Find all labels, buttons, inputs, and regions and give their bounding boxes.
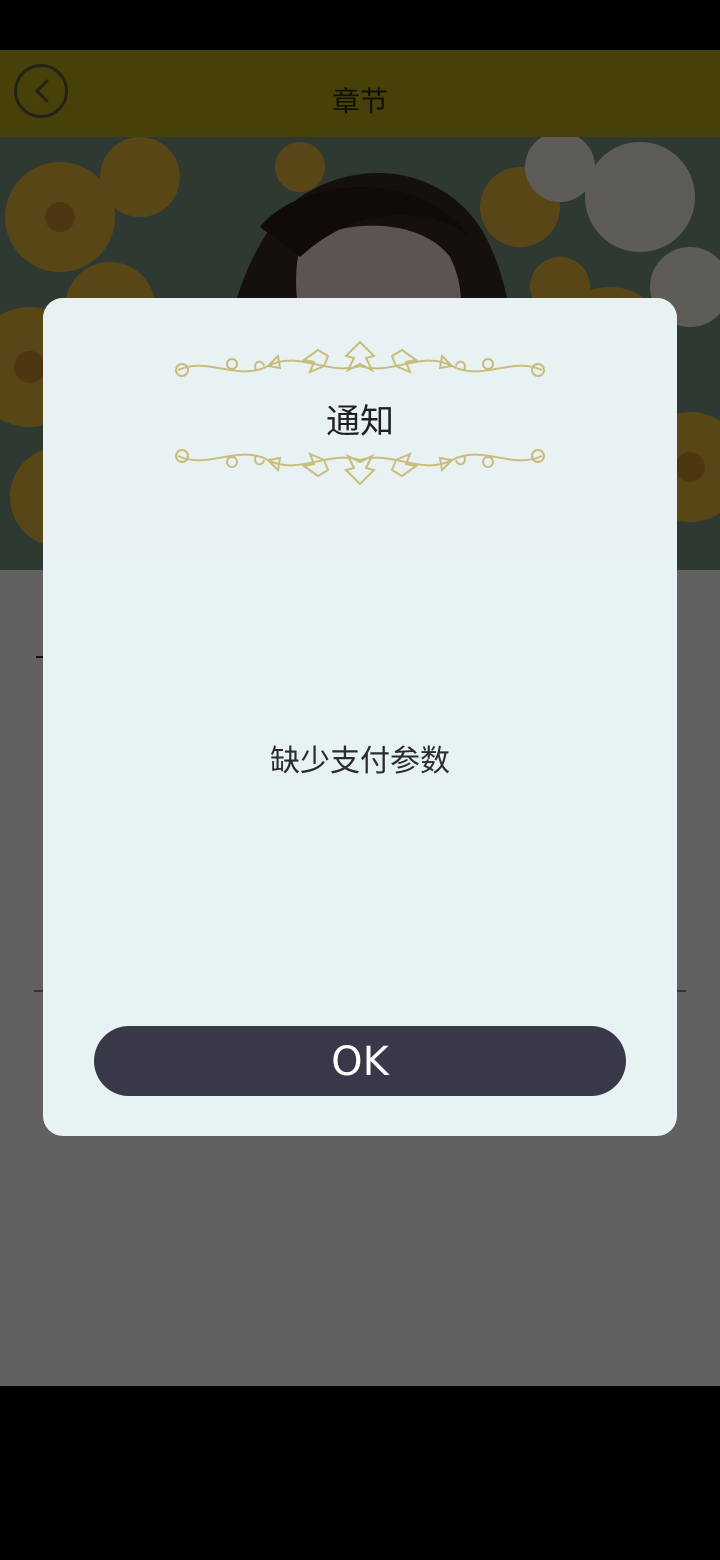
vine-ornament-bottom (175, 449, 545, 486)
screen: 章节 (0, 0, 720, 1560)
status-bar (0, 0, 720, 50)
dialog-message: 缺少支付参数 (270, 744, 450, 779)
app-window: 章节 (0, 50, 720, 1386)
ok-button[interactable]: OK (94, 1026, 626, 1096)
system-nav-bar (0, 1386, 720, 1560)
vine-ornament-top (175, 340, 545, 377)
notification-dialog: 通知 缺少支付参数 OK (43, 298, 677, 1136)
